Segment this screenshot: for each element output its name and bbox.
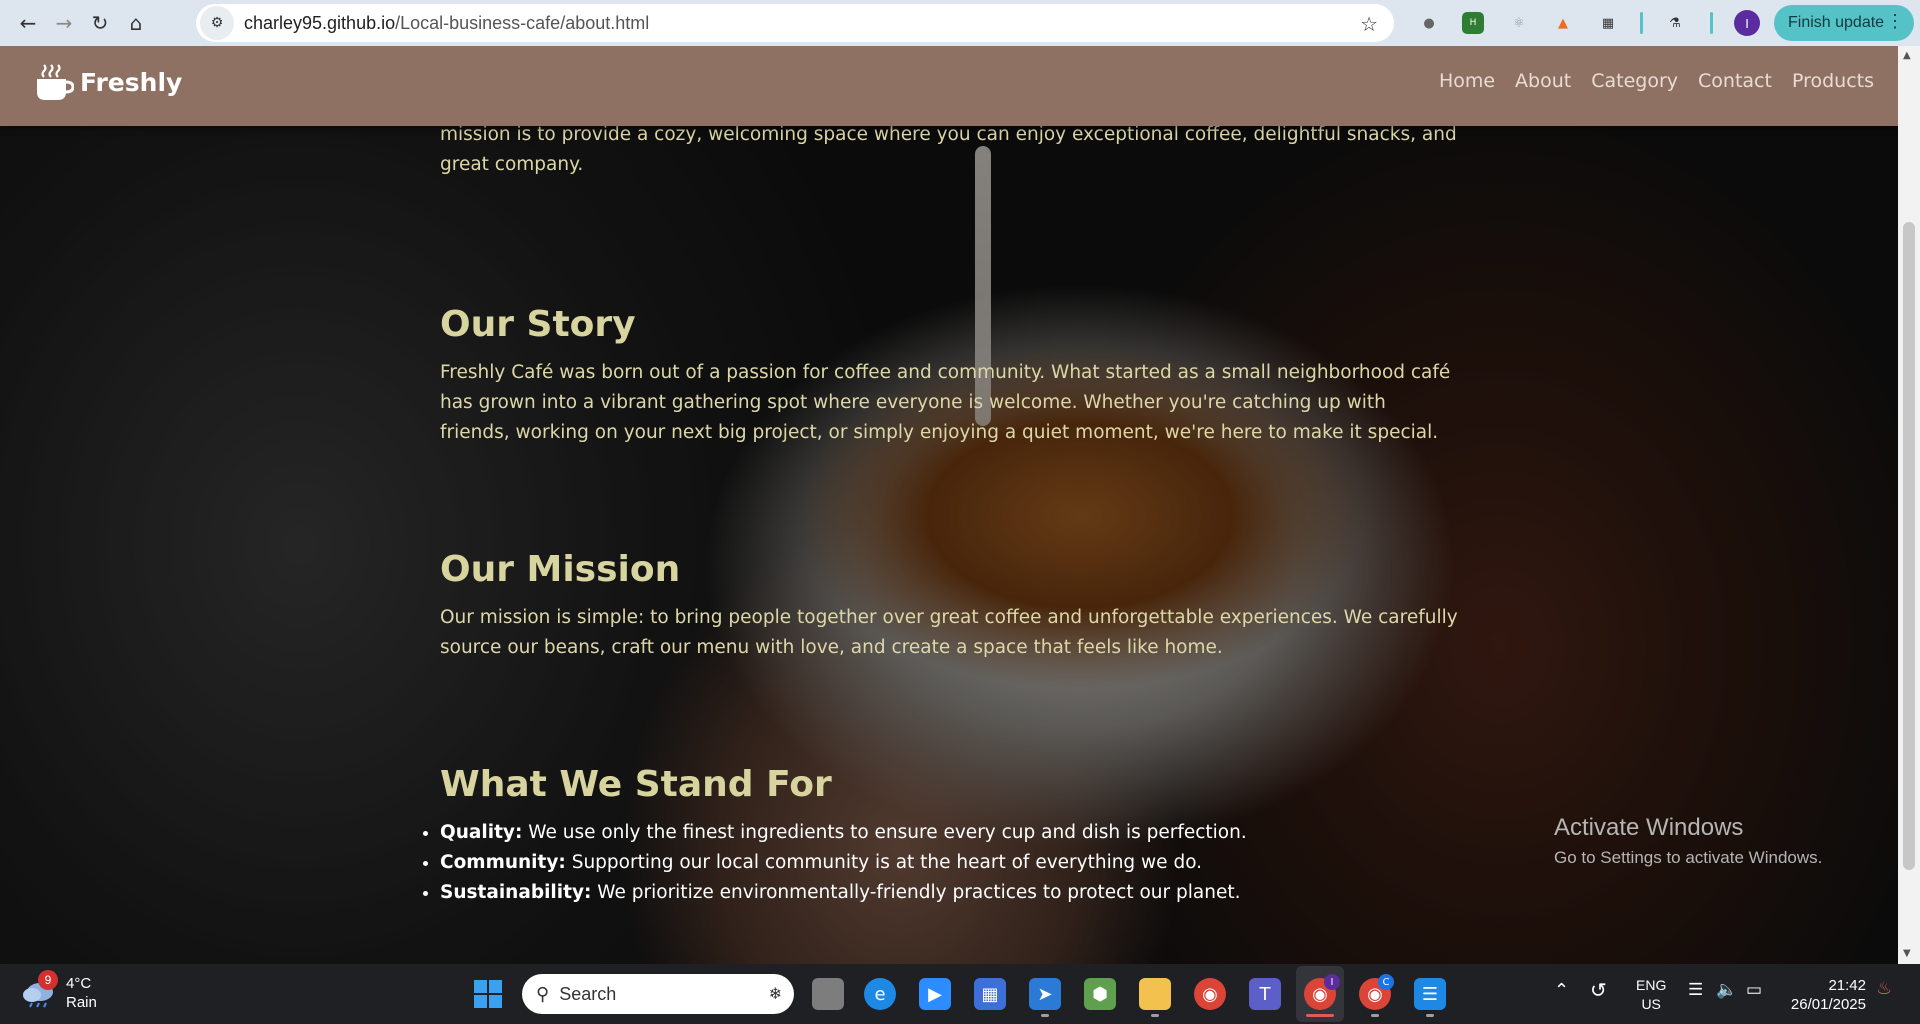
running-indicator bbox=[1041, 1014, 1049, 1017]
scroll-up-icon[interactable]: ▲ bbox=[1903, 50, 1911, 61]
react-extension-icon[interactable]: ⚛ bbox=[1508, 12, 1530, 34]
bug-extension-icon[interactable]: ● bbox=[1418, 12, 1440, 34]
vscode-icon[interactable]: ➤ bbox=[1029, 978, 1061, 1010]
zoom-icon[interactable]: ▶ bbox=[919, 978, 951, 1010]
list-item: Sustainability: We prioritize environmen… bbox=[440, 878, 1460, 908]
values-heading: What We Stand For bbox=[440, 764, 832, 805]
language-indicator[interactable]: ENG US bbox=[1636, 976, 1666, 1014]
finish-update-button[interactable]: Finish update ⋮ bbox=[1774, 5, 1914, 41]
nodejs-icon[interactable]: ⬢ bbox=[1084, 978, 1116, 1010]
nav-contact[interactable]: Contact bbox=[1698, 70, 1772, 92]
list-item: Quality: We use only the finest ingredie… bbox=[440, 818, 1460, 848]
story-heading: Our Story bbox=[440, 304, 636, 345]
value-text: Supporting our local community is at the… bbox=[565, 852, 1203, 873]
reload-icon[interactable]: ↻ bbox=[82, 5, 118, 41]
tray-overflow-chevron-icon[interactable]: ⌃ bbox=[1554, 980, 1569, 1001]
sync-icon[interactable]: ↺ bbox=[1590, 978, 1607, 1003]
nav-products[interactable]: Products bbox=[1792, 70, 1874, 92]
back-icon[interactable]: ← bbox=[10, 5, 46, 41]
toolbar-divider bbox=[1710, 12, 1713, 34]
wifi-icon[interactable]: ☰ bbox=[1688, 980, 1703, 1000]
mission-paragraph: Our mission is simple: to bring people t… bbox=[440, 607, 1458, 658]
browser-toolbar: ← → ↻ ⌂ ⚙ charley95.github.io/Local-busi… bbox=[0, 0, 1920, 46]
volume-icon[interactable]: 🔈 bbox=[1716, 980, 1737, 1000]
battery-icon[interactable]: ▭ bbox=[1746, 980, 1762, 1000]
url-host: charley95.github.io bbox=[244, 12, 396, 33]
coffee-cup-icon bbox=[37, 64, 74, 100]
edge-icon[interactable]: e bbox=[864, 978, 896, 1010]
value-label: Sustainability: bbox=[440, 882, 592, 903]
notification-bell-icon[interactable]: ♨ bbox=[1876, 978, 1892, 999]
home-icon[interactable]: ⌂ bbox=[118, 5, 154, 41]
more-menu-icon[interactable]: ⋮ bbox=[1886, 11, 1904, 32]
address-bar[interactable]: ⚙ charley95.github.io/Local-business-caf… bbox=[196, 4, 1394, 42]
chrome-profile-2-badge: C bbox=[1378, 974, 1394, 990]
values-list: Quality: We use only the finest ingredie… bbox=[440, 818, 1460, 908]
search-highlight-icon: ❄ bbox=[768, 986, 782, 1003]
nav-category[interactable]: Category bbox=[1591, 70, 1678, 92]
url-path: /Local-business-cafe/about.html bbox=[395, 12, 650, 33]
store-icon[interactable]: ▦ bbox=[974, 978, 1006, 1010]
toolbar-divider bbox=[1640, 12, 1643, 34]
list-item: Community: Supporting our local communit… bbox=[440, 848, 1460, 878]
scroll-thumb[interactable] bbox=[1903, 222, 1915, 870]
language-code: ENG bbox=[1636, 977, 1667, 993]
profile-avatar[interactable]: I bbox=[1734, 10, 1760, 36]
watermark-title: Activate Windows bbox=[1554, 814, 1744, 841]
file-explorer-icon[interactable] bbox=[1139, 978, 1171, 1010]
value-text: We use only the finest ingredients to en… bbox=[522, 822, 1247, 843]
value-label: Community: bbox=[440, 852, 566, 873]
clock[interactable]: 21:42 26/01/2025 bbox=[1786, 976, 1866, 1014]
extensions-puzzle-icon[interactable]: ▦ bbox=[1597, 12, 1619, 34]
scroll-down-icon[interactable]: ▼ bbox=[1903, 948, 1911, 959]
start-windows-icon[interactable] bbox=[472, 978, 504, 1010]
value-label: Quality: bbox=[440, 822, 523, 843]
running-indicator bbox=[1426, 1014, 1434, 1017]
site-logo[interactable]: Freshly bbox=[34, 62, 182, 102]
region-code: US bbox=[1641, 996, 1661, 1012]
site-info-icon[interactable]: ⚙ bbox=[200, 6, 234, 40]
teams-icon[interactable]: T bbox=[1249, 978, 1281, 1010]
clock-date: 26/01/2025 bbox=[1790, 996, 1866, 1013]
html-extension-icon[interactable]: H bbox=[1462, 12, 1484, 34]
main-nav: Home About Category Contact Products bbox=[1439, 70, 1894, 92]
running-indicator bbox=[1151, 1014, 1159, 1017]
logo-text: Freshly bbox=[80, 67, 183, 97]
search-icon: ⚲ bbox=[536, 983, 550, 1004]
site-header: Freshly Home About Category Contact Prod… bbox=[0, 46, 1898, 126]
labs-flask-icon[interactable]: ⚗ bbox=[1664, 12, 1686, 34]
clock-time: 21:42 bbox=[1828, 977, 1866, 994]
watermark-subtitle: Go to Settings to activate Windows. bbox=[1554, 848, 1823, 867]
page-scrollbar[interactable]: ▲ ▼ bbox=[1898, 46, 1920, 964]
running-indicator bbox=[1371, 1014, 1379, 1017]
active-indicator bbox=[1306, 1014, 1334, 1017]
weather-condition: Rain bbox=[66, 994, 97, 1011]
notepad-icon[interactable]: ☰ bbox=[1414, 978, 1446, 1010]
mission-heading: Our Mission bbox=[440, 549, 681, 590]
nav-about[interactable]: About bbox=[1515, 70, 1571, 92]
task-view-icon[interactable] bbox=[812, 978, 844, 1010]
value-text: We prioritize environmentally-friendly p… bbox=[591, 882, 1241, 903]
weather-text: 4°C Rain bbox=[66, 974, 97, 1012]
url-text[interactable]: charley95.github.io/Local-business-cafe/… bbox=[244, 13, 649, 34]
bookmark-star-icon[interactable]: ☆ bbox=[1360, 12, 1378, 36]
forward-icon[interactable]: → bbox=[46, 5, 82, 41]
nav-home[interactable]: Home bbox=[1439, 70, 1495, 92]
weather-widget[interactable]: 9 4°C Rain bbox=[22, 970, 97, 1012]
fox-extension-icon[interactable]: ▲ bbox=[1552, 12, 1574, 34]
windows-taskbar: 9 4°C Rain ⚲ Search ❄ e ▶ ▦ ➤ ⬢ ◉ T ◉ I … bbox=[0, 964, 1920, 1024]
chrome-icon[interactable]: ◉ bbox=[1194, 978, 1226, 1010]
taskbar-search[interactable]: ⚲ Search ❄ bbox=[522, 974, 794, 1014]
weather-badge: 9 bbox=[38, 970, 58, 990]
activate-windows-watermark: Activate Windows Go to Settings to activ… bbox=[1554, 814, 1822, 868]
finish-update-label: Finish update bbox=[1788, 14, 1885, 31]
story-paragraph: Freshly Café was born out of a passion f… bbox=[440, 362, 1451, 443]
temperature: 4°C bbox=[66, 975, 92, 992]
chrome-profile-badge: I bbox=[1324, 974, 1340, 990]
search-placeholder: Search bbox=[559, 983, 617, 1004]
